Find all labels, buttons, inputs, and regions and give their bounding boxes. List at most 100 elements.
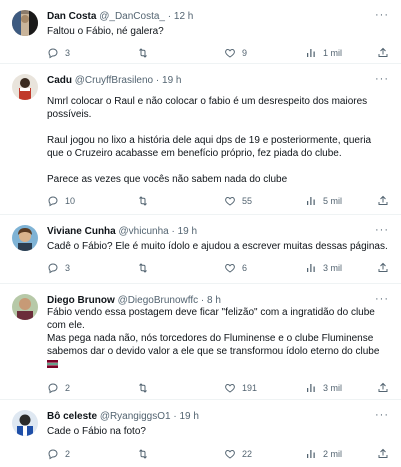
views-button[interactable]: 3 mil: [305, 261, 342, 275]
timestamp[interactable]: 8 h: [207, 295, 221, 306]
like-button[interactable]: 9: [224, 46, 247, 60]
display-name[interactable]: Viviane Cunha: [47, 226, 116, 237]
views-icon: [305, 448, 317, 460]
avatar[interactable]: [12, 410, 38, 436]
like-count: 9: [242, 48, 248, 58]
tweet[interactable]: Diego Brunow @DiegoBrunowffc · 8 h ··· F…: [0, 284, 401, 400]
tweet-line: Parece as vezes que vocês não sabem nada…: [47, 174, 288, 185]
tweet-text: Faltou o Fábio, né galera?: [47, 25, 389, 38]
like-button[interactable]: 191: [224, 381, 257, 395]
tweet[interactable]: Dan Costa @_DanCosta_ · 12 h ··· Faltou …: [0, 0, 401, 64]
view-count: 3 mil: [323, 383, 343, 393]
share-button[interactable]: [377, 261, 389, 275]
views-icon: [305, 195, 317, 207]
tweet-actions: 2 22 2 mil: [47, 447, 389, 461]
user-handle[interactable]: @DiegoBrunowffc: [118, 295, 199, 306]
reply-button[interactable]: 3: [47, 46, 70, 60]
more-icon[interactable]: ···: [375, 73, 389, 85]
tweet-text: Cadê o Fábio? Ele é muito ídolo e ajudou…: [47, 240, 389, 253]
tweet-text: Cade o Fábio na foto?: [47, 425, 389, 438]
views-icon: [305, 47, 317, 59]
avatar[interactable]: [12, 294, 38, 320]
retweet-button[interactable]: [137, 381, 155, 395]
display-name[interactable]: Dan Costa: [47, 11, 96, 22]
retweet-icon: [137, 448, 149, 460]
more-icon[interactable]: ···: [375, 224, 389, 236]
retweet-icon: [137, 262, 149, 274]
retweet-icon: [137, 382, 149, 394]
timestamp[interactable]: 19 h: [162, 75, 181, 86]
share-button[interactable]: [377, 381, 389, 395]
retweet-icon: [137, 195, 149, 207]
display-name[interactable]: Cadu: [47, 75, 72, 86]
reply-count: 3: [65, 48, 71, 58]
more-icon[interactable]: ···: [375, 409, 389, 421]
tweet-line: que o Cruzeiro acabasse em benefício pró…: [47, 148, 342, 159]
reply-icon: [47, 448, 59, 460]
tweet-actions: 2 191 3 mil: [47, 381, 389, 395]
separator-dot: ·: [155, 75, 160, 86]
separator-dot: ·: [200, 295, 205, 306]
reply-icon: [47, 195, 59, 207]
view-count: 2 mil: [323, 449, 343, 459]
retweet-button[interactable]: [137, 46, 155, 60]
like-button[interactable]: 6: [224, 261, 247, 275]
avatar[interactable]: [12, 225, 38, 251]
timestamp[interactable]: 12 h: [174, 11, 193, 22]
reply-count: 10: [65, 196, 76, 206]
reply-button[interactable]: 2: [47, 447, 70, 461]
views-button[interactable]: 2 mil: [305, 447, 342, 461]
tweet[interactable]: Bô celeste @RyangiggsO1 · 19 h ··· Cade …: [0, 400, 401, 467]
more-icon[interactable]: ···: [375, 9, 389, 21]
tweet-text: Nmrl colocar o Raul e não colocar o fabi…: [47, 95, 389, 186]
share-button[interactable]: [377, 194, 389, 208]
avatar[interactable]: [12, 10, 38, 36]
retweet-button[interactable]: [137, 447, 155, 461]
reply-button[interactable]: 10: [47, 194, 75, 208]
share-button[interactable]: [377, 447, 389, 461]
share-icon: [377, 448, 389, 460]
views-button[interactable]: 3 mil: [305, 381, 342, 395]
user-handle[interactable]: @RyangiggsO1: [100, 411, 171, 422]
tweet-line: Cade o Fábio na foto?: [47, 426, 146, 437]
reply-count: 2: [65, 383, 71, 393]
like-icon: [224, 448, 236, 460]
tweet-actions: 3 9 1 mil: [47, 46, 389, 60]
more-icon[interactable]: ···: [375, 293, 389, 305]
fluminense-flag-icon: [47, 360, 58, 368]
reply-icon: [47, 262, 59, 274]
tweet-text: Fábio vendo essa postagem deve ficar "fe…: [47, 306, 389, 372]
timestamp[interactable]: 19 h: [178, 226, 197, 237]
user-handle[interactable]: @CruyffBrasileno: [75, 75, 153, 86]
reply-count: 3: [65, 263, 71, 273]
retweet-button[interactable]: [137, 194, 155, 208]
display-name[interactable]: Diego Brunow: [47, 295, 115, 306]
view-count: 5 mil: [323, 196, 343, 206]
like-button[interactable]: 55: [224, 194, 252, 208]
like-button[interactable]: 22: [224, 447, 252, 461]
user-handle[interactable]: @vhicunha: [119, 226, 169, 237]
tweet[interactable]: Cadu @CruyffBrasileno · 19 h ··· Nmrl co…: [0, 64, 401, 215]
reply-button[interactable]: 2: [47, 381, 70, 395]
share-button[interactable]: [377, 46, 389, 60]
tweet-line: Nmrl colocar o Raul e não colocar o fabi…: [47, 96, 368, 107]
reply-button[interactable]: 3: [47, 261, 70, 275]
tweet-line: Mas pega nada não, nós torcedores do Flu…: [47, 333, 374, 344]
views-icon: [305, 262, 317, 274]
views-button[interactable]: 5 mil: [305, 194, 342, 208]
like-icon: [224, 47, 236, 59]
tweet-header: Bô celeste @RyangiggsO1 · 19 h: [47, 410, 371, 423]
separator-dot: ·: [167, 11, 172, 22]
like-count: 191: [242, 383, 258, 393]
separator-dot: ·: [173, 411, 177, 422]
display-name[interactable]: Bô celeste: [47, 411, 97, 422]
tweet-line: Fábio vendo essa postagem deve ficar "fe…: [47, 307, 375, 318]
retweet-button[interactable]: [137, 261, 155, 275]
tweet[interactable]: Viviane Cunha @vhicunha · 19 h ··· Cadê …: [0, 215, 401, 284]
timestamp[interactable]: 19 h: [179, 411, 198, 422]
user-handle[interactable]: @_DanCosta_: [99, 11, 165, 22]
views-button[interactable]: 1 mil: [305, 46, 342, 60]
tweet-actions: 10 55 5 mil: [47, 194, 389, 208]
avatar[interactable]: [12, 74, 38, 100]
view-count: 1 mil: [323, 48, 343, 58]
